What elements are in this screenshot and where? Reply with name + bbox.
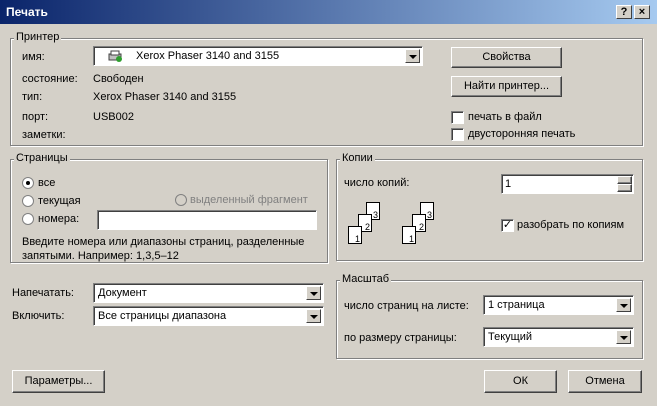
chevron-down-icon[interactable] — [616, 298, 631, 312]
pages-current-radio[interactable] — [22, 195, 34, 207]
collate-page-1b: 1 — [402, 226, 416, 244]
pages-all-radio[interactable] — [22, 177, 34, 189]
chevron-down-icon[interactable] — [616, 330, 631, 344]
scale-label: по размеру страницы: — [344, 332, 457, 344]
zoom-group — [336, 280, 643, 359]
copies-count-label: число копий: — [344, 177, 410, 189]
copies-count-input[interactable]: 1 — [501, 174, 634, 194]
copies-count-value: 1 — [505, 178, 512, 190]
scale-value: Текущий — [488, 331, 532, 343]
printer-notes-label: заметки: — [22, 129, 66, 141]
chevron-down-icon[interactable] — [306, 309, 321, 323]
window-title: Печать — [6, 5, 48, 19]
collate-checkbox[interactable]: ✓ — [501, 219, 514, 232]
printer-name-label: имя: — [22, 51, 45, 63]
printer-port-label: порт: — [22, 111, 49, 123]
title-bar: Печать ? × — [0, 0, 657, 24]
printer-name-value: Xerox Phaser 3140 and 3155 — [136, 50, 280, 62]
duplex-label: двусторонняя печать — [468, 128, 576, 140]
printer-icon — [108, 50, 122, 62]
printer-status-value: Свободен — [93, 73, 144, 85]
print-to-file-label: печать в файл — [468, 111, 542, 123]
collate-page-1: 1 — [348, 226, 362, 244]
print-what-label: Напечатать: — [12, 287, 74, 299]
collate-label: разобрать по копиям — [517, 219, 625, 231]
print-what-value: Документ — [98, 287, 147, 299]
properties-button[interactable]: Свойства — [451, 47, 562, 68]
copies-legend: Копии — [340, 152, 375, 164]
spin-up-icon[interactable] — [617, 176, 632, 184]
print-what-select[interactable]: Документ — [93, 283, 324, 303]
options-button[interactable]: Параметры... — [12, 370, 105, 393]
pages-numbers-radio[interactable] — [22, 213, 34, 225]
close-button[interactable]: × — [634, 5, 650, 19]
pages-legend: Страницы — [14, 152, 70, 164]
cancel-button[interactable]: Отмена — [568, 370, 642, 393]
pages-hint: Введите номера или диапазоны страниц, ра… — [22, 236, 305, 262]
pages-all-label: все — [38, 177, 56, 189]
pages-selection-radio — [175, 194, 187, 206]
chevron-down-icon[interactable] — [306, 286, 321, 300]
zoom-legend: Масштаб — [340, 273, 392, 285]
ok-button[interactable]: ОК — [484, 370, 557, 393]
print-to-file-checkbox[interactable] — [451, 111, 464, 124]
pages-numbers-label: номера: — [38, 213, 80, 225]
help-button[interactable]: ? — [616, 5, 632, 19]
include-label: Включить: — [12, 310, 65, 322]
pages-per-sheet-value: 1 страница — [488, 299, 545, 311]
page-numbers-input[interactable] — [97, 210, 317, 230]
duplex-checkbox[interactable] — [451, 128, 464, 141]
printer-port-value: USB002 — [93, 111, 134, 123]
chevron-down-icon[interactable] — [405, 49, 420, 63]
printer-type-label: тип: — [22, 91, 43, 103]
printer-legend: Принтер — [14, 31, 62, 43]
printer-name-select[interactable]: Xerox Phaser 3140 and 3155 — [93, 46, 423, 66]
spin-down-icon[interactable] — [617, 184, 632, 192]
find-printer-button[interactable]: Найти принтер... — [451, 76, 562, 97]
pages-current-label: текущая — [38, 195, 81, 207]
scale-select[interactable]: Текущий — [483, 327, 634, 347]
pages-per-sheet-label: число страниц на листе: — [344, 300, 469, 312]
printer-type-value: Xerox Phaser 3140 and 3155 — [93, 91, 237, 103]
include-select[interactable]: Все страницы диапазона — [93, 306, 324, 326]
include-value: Все страницы диапазона — [98, 310, 227, 322]
pages-per-sheet-select[interactable]: 1 страница — [483, 295, 634, 315]
printer-status-label: состояние: — [22, 73, 78, 85]
pages-selection-label: выделенный фрагмент — [190, 194, 308, 206]
